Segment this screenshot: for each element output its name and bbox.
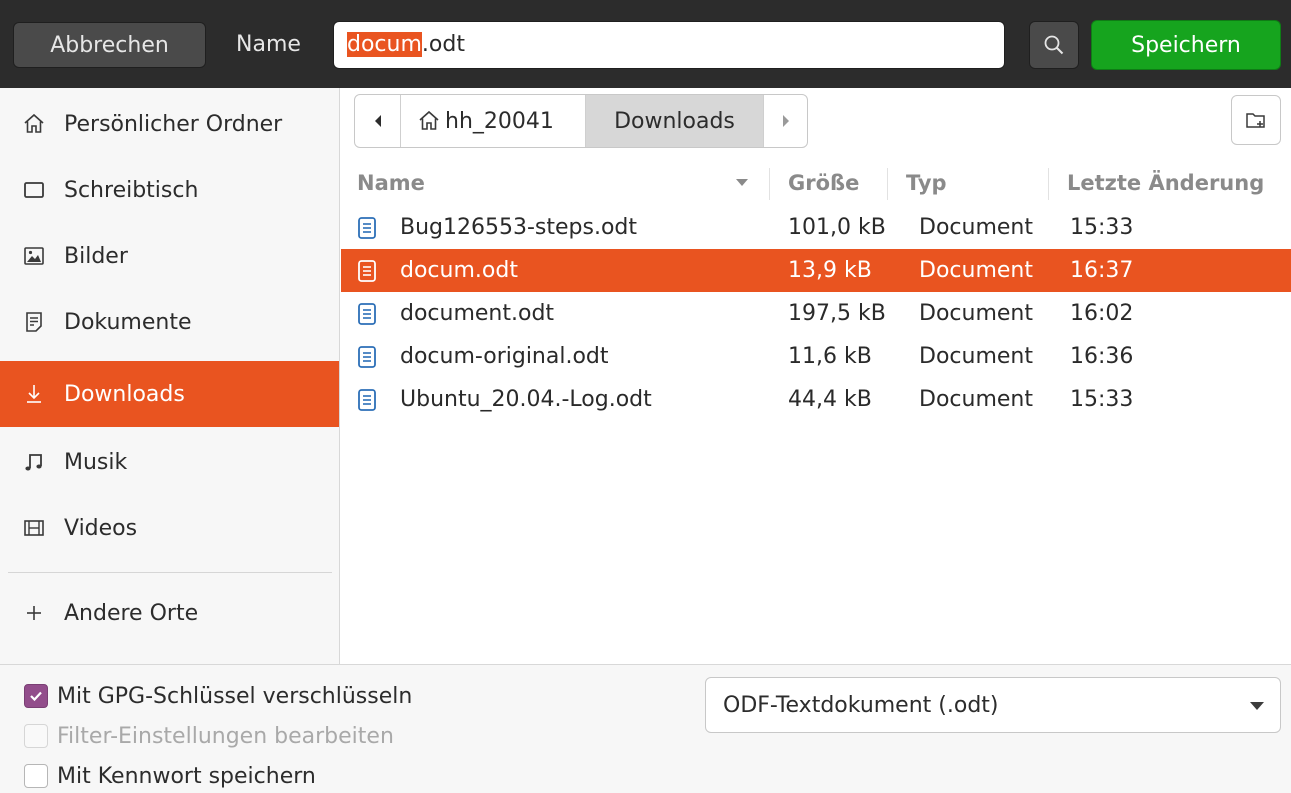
sidebar-separator: [8, 572, 332, 573]
document-icon: [358, 303, 376, 325]
file-type: Document: [919, 387, 1033, 412]
sidebar-item-label: Dokumente: [64, 309, 192, 335]
column-header-name[interactable]: Name: [357, 160, 425, 206]
file-size: 197,5 kB: [788, 301, 886, 326]
save-button[interactable]: Speichern: [1091, 20, 1281, 70]
new-folder-icon: [1244, 108, 1268, 132]
sidebar-item-videos[interactable]: Videos: [0, 495, 339, 561]
document-icon: [358, 217, 376, 239]
file-row[interactable]: document.odt 197,5 kB Document 16:02: [341, 292, 1291, 335]
filename-input[interactable]: docum.odt: [333, 21, 1005, 69]
file-type: Document: [919, 301, 1033, 326]
chevron-left-icon: [373, 114, 383, 128]
file-name: document.odt: [400, 301, 555, 326]
file-row[interactable]: Ubuntu_20.04.-Log.odt 44,4 kB Document 1…: [341, 378, 1291, 421]
sidebar-item-desktop[interactable]: Schreibtisch: [0, 157, 339, 223]
column-header-size[interactable]: Größe: [788, 160, 859, 206]
filter-settings-option: Filter-Einstellungen bearbeiten: [24, 721, 394, 751]
file-type: Document: [919, 215, 1033, 240]
file-modified: 16:36: [1070, 344, 1134, 369]
file-name: docum-original.odt: [400, 344, 609, 369]
chevron-right-icon: [781, 114, 791, 128]
sidebar-item-music[interactable]: Musik: [0, 429, 339, 495]
path-downloads-button[interactable]: Downloads: [586, 95, 764, 147]
column-separator: [769, 168, 770, 200]
file-modified: 16:02: [1070, 301, 1134, 326]
column-header-type[interactable]: Typ: [906, 160, 947, 206]
password-option[interactable]: Mit Kennwort speichern: [24, 761, 316, 791]
file-modified: 15:33: [1070, 215, 1134, 240]
file-modified: 15:33: [1070, 387, 1134, 412]
desktop-icon: [22, 178, 46, 202]
filter-settings-checkbox: [24, 724, 48, 748]
sidebar-item-other-locations[interactable]: Andere Orte: [0, 580, 339, 646]
document-icon: [358, 389, 376, 411]
file-row[interactable]: docum-original.odt 11,6 kB Document 16:3…: [341, 335, 1291, 378]
file-modified: 16:37: [1070, 258, 1134, 283]
documents-icon: [22, 310, 46, 334]
column-separator: [887, 168, 888, 200]
sidebar-item-label: Schreibtisch: [64, 177, 199, 203]
file-name: docum.odt: [400, 258, 518, 283]
header-bar: Abbrechen Name docum.odt Speichern: [0, 0, 1291, 88]
music-icon: [22, 450, 46, 474]
file-size: 11,6 kB: [788, 344, 872, 369]
name-label: Name: [236, 32, 301, 57]
sidebar-item-home[interactable]: Persönlicher Ordner: [0, 91, 339, 157]
sidebar-item-label: Persönlicher Ordner: [64, 111, 283, 137]
sidebar-item-documents[interactable]: Dokumente: [0, 289, 339, 355]
path-home-button[interactable]: hh_20041: [401, 95, 586, 147]
file-type: Document: [919, 258, 1033, 283]
path-back-button[interactable]: [355, 95, 401, 147]
sidebar-item-pictures[interactable]: Bilder: [0, 223, 339, 289]
path-home-label: hh_20041: [445, 108, 554, 134]
cancel-button[interactable]: Abbrechen: [13, 22, 206, 68]
sidebar-item-downloads[interactable]: Downloads: [0, 361, 339, 427]
videos-icon: [22, 516, 46, 540]
filename-extension-text: .odt: [421, 32, 465, 57]
downloads-icon: [22, 382, 46, 406]
search-button[interactable]: [1029, 21, 1079, 69]
gpg-encrypt-option[interactable]: Mit GPG-Schlüssel verschlüsseln: [24, 681, 412, 711]
sort-descending-icon: [736, 179, 748, 186]
plus-icon: [22, 601, 46, 625]
filename-selected-text: docum: [347, 32, 422, 57]
document-icon: [358, 346, 376, 368]
file-name: Bug126553-steps.odt: [400, 215, 638, 240]
dropdown-arrow-icon: [1250, 702, 1264, 710]
file-size: 13,9 kB: [788, 258, 872, 283]
path-bar: hh_20041 Downloads: [354, 94, 808, 148]
places-sidebar: Persönlicher Ordner Schreibtisch Bilder …: [0, 88, 340, 664]
options-panel: Mit GPG-Schlüssel verschlüsseln Filter-E…: [0, 664, 1291, 793]
document-icon: [358, 260, 376, 282]
gpg-encrypt-checkbox[interactable]: [24, 684, 48, 708]
file-row-selected[interactable]: docum.odt 13,9 kB Document 16:37: [341, 249, 1291, 292]
file-size: 44,4 kB: [788, 387, 872, 412]
sidebar-item-label: Downloads: [64, 381, 185, 407]
password-label: Mit Kennwort speichern: [57, 763, 316, 789]
password-checkbox[interactable]: [24, 764, 48, 788]
sidebar-item-label: Videos: [64, 515, 138, 541]
file-size: 101,0 kB: [788, 215, 886, 240]
file-type: Document: [919, 344, 1033, 369]
column-separator: [1048, 168, 1049, 200]
filetype-select[interactable]: ODF-Textdokument (.odt): [705, 677, 1281, 733]
sidebar-item-label: Musik: [64, 449, 128, 475]
file-row[interactable]: Bug126553-steps.odt 101,0 kB Document 15…: [341, 206, 1291, 249]
search-icon: [1043, 34, 1065, 56]
filter-settings-label: Filter-Einstellungen bearbeiten: [57, 723, 394, 749]
file-list: Name Größe Typ Letzte Änderung Bug126553…: [341, 160, 1291, 664]
new-folder-button[interactable]: [1231, 95, 1281, 145]
file-name: Ubuntu_20.04.-Log.odt: [400, 387, 652, 412]
home-icon: [22, 112, 46, 136]
pictures-icon: [22, 244, 46, 268]
sidebar-item-label: Andere Orte: [64, 600, 199, 626]
gpg-encrypt-label: Mit GPG-Schlüssel verschlüsseln: [57, 683, 413, 709]
filetype-selected-value: ODF-Textdokument (.odt): [723, 692, 999, 718]
path-forward-button[interactable]: [764, 95, 807, 147]
home-icon: [417, 109, 441, 133]
sidebar-item-label: Bilder: [64, 243, 128, 269]
column-header-modified[interactable]: Letzte Änderung: [1067, 160, 1264, 206]
